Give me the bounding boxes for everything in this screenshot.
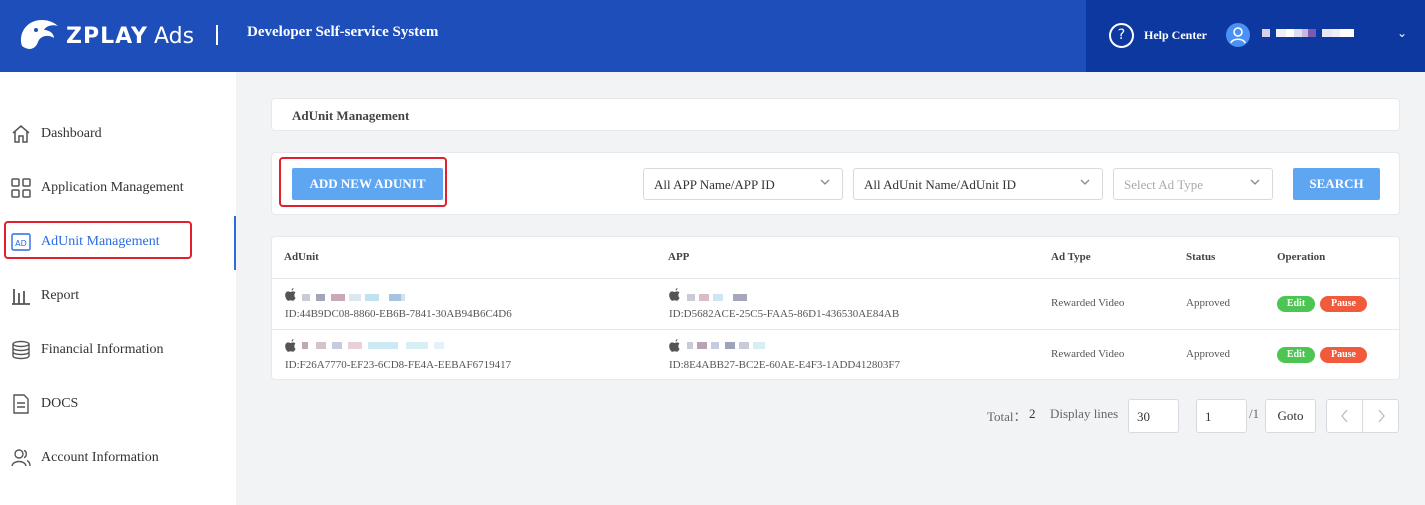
apple-icon — [285, 288, 296, 301]
sidebar-item-label: Financial Information — [41, 342, 164, 357]
question-circle-icon[interactable]: ? — [1109, 23, 1134, 48]
username-redacted[interactable] — [1262, 29, 1354, 37]
apple-icon — [669, 339, 680, 352]
column-header-app: APP — [668, 251, 690, 263]
sidebar-item-docs[interactable]: DOCS — [0, 384, 236, 424]
adunit-select-value: All AdUnit Name/AdUnit ID — [864, 177, 1017, 192]
page-title-card: AdUnit Management — [271, 98, 1400, 131]
sidebar-item-application-management[interactable]: Application Management — [0, 168, 236, 208]
sidebar: Dashboard Application Management AD AdUn… — [0, 72, 236, 505]
sidebar-item-label: Dashboard — [41, 126, 102, 141]
sidebar-item-financial-information[interactable]: Financial Information — [0, 330, 236, 370]
total-label: Total： — [987, 409, 1027, 424]
next-page-button[interactable] — [1362, 399, 1399, 433]
page-total: /1 — [1249, 406, 1260, 421]
sidebar-item-account-information[interactable]: Account Information — [0, 438, 236, 478]
user-avatar-icon[interactable] — [1226, 23, 1250, 47]
logo-wordmark: ZPLAY — [66, 23, 148, 49]
display-lines-input[interactable]: 30 — [1128, 399, 1179, 433]
column-header-operation: Operation — [1277, 251, 1326, 263]
sidebar-item-label: DOCS — [41, 396, 79, 411]
display-lines-value: 30 — [1137, 409, 1150, 424]
app-name-redacted — [687, 294, 747, 301]
bar-chart-icon — [12, 289, 30, 305]
document-icon — [13, 394, 29, 414]
chevron-down-icon — [820, 179, 830, 185]
zplay-logo[interactable]: ZPLAY Ads — [16, 14, 194, 58]
active-indicator — [234, 216, 236, 270]
top-header: ZPLAY Ads Developer Self-service System … — [0, 0, 1425, 72]
app-select[interactable]: All APP Name/APP ID — [643, 168, 843, 200]
adunit-table: AdUnit APP Ad Type Status Operation ID:4… — [271, 236, 1400, 380]
sidebar-item-label: Report — [41, 288, 80, 303]
adunit-id: ID:44B9DC08-8860-EB6B-7841-30AB94B6C4D6 — [285, 308, 512, 320]
coins-icon — [12, 340, 30, 360]
app-id: ID:D5682ACE-25C5-FAA5-86D1-436530AE84AB — [669, 308, 900, 320]
goto-button[interactable]: Goto — [1265, 399, 1316, 433]
apple-icon — [285, 339, 296, 352]
table-row: ID:44B9DC08-8860-EB6B-7841-30AB94B6C4D6 … — [272, 279, 1399, 330]
app-select-value: All APP Name/APP ID — [654, 177, 775, 192]
app-id: ID:8E4ABB27-BC2E-60AE-E4F3-1ADD412803F7 — [669, 359, 900, 371]
edit-button[interactable]: Edit — [1277, 296, 1315, 312]
adunit-name-redacted — [302, 294, 405, 301]
system-title: Developer Self-service System — [247, 24, 439, 40]
search-button[interactable]: SEARCH — [1293, 168, 1380, 200]
users-icon — [11, 449, 31, 467]
display-lines-label: Display lines — [1050, 406, 1119, 421]
filter-bar: ADD NEW ADUNIT All APP Name/APP ID All A… — [271, 152, 1400, 215]
home-icon — [12, 125, 30, 143]
table-row: ID:F26A7770-EF23-6CD8-FE4A-EEBAF6719417 … — [272, 330, 1399, 381]
logo-suffix: Ads — [153, 23, 195, 49]
adunit-select[interactable]: All AdUnit Name/AdUnit ID — [853, 168, 1103, 200]
pause-button[interactable]: Pause — [1320, 296, 1367, 312]
adunit-id: ID:F26A7770-EF23-6CD8-FE4A-EEBAF6719417 — [285, 359, 512, 371]
sidebar-item-label: Account Information — [41, 450, 159, 465]
ad-type-cell: Rewarded Video — [1051, 297, 1125, 309]
prev-page-button[interactable] — [1326, 399, 1363, 433]
sidebar-item-label: Application Management — [41, 180, 184, 195]
help-center-link[interactable]: Help Center — [1144, 28, 1207, 43]
chevron-left-icon — [1340, 409, 1347, 423]
edit-button[interactable]: Edit — [1277, 347, 1315, 363]
grid-icon — [11, 178, 31, 198]
chevron-down-icon[interactable]: ⌄ — [1397, 26, 1407, 40]
pause-button[interactable]: Pause — [1320, 347, 1367, 363]
ad-type-select[interactable]: Select Ad Type — [1113, 168, 1273, 200]
column-header-status: Status — [1186, 251, 1216, 263]
total-count: 2 — [1029, 406, 1036, 421]
apple-icon — [669, 288, 680, 301]
page-title: AdUnit Management — [292, 108, 410, 123]
highlight-box — [4, 221, 192, 259]
page-number-value: 1 — [1205, 409, 1212, 424]
page-number-input[interactable]: 1 — [1196, 399, 1247, 433]
ad-type-cell: Rewarded Video — [1051, 348, 1125, 360]
status-cell: Approved — [1186, 348, 1230, 360]
chevron-down-icon — [1080, 179, 1090, 185]
app-name-redacted — [687, 342, 765, 349]
adunit-name-redacted — [302, 342, 444, 349]
column-header-ad-type: Ad Type — [1051, 251, 1091, 263]
column-header-adunit: AdUnit — [284, 251, 319, 263]
highlight-box — [279, 157, 447, 207]
chevron-down-icon — [1250, 179, 1260, 185]
sidebar-item-report[interactable]: Report — [0, 276, 236, 316]
sidebar-item-dashboard[interactable]: Dashboard — [0, 114, 236, 154]
chevron-right-icon — [1378, 409, 1385, 423]
status-cell: Approved — [1186, 297, 1230, 309]
header-divider — [216, 25, 218, 45]
dolphin-logo-icon — [20, 20, 58, 49]
header-user-area: ? Help Center ⌄ — [1086, 0, 1425, 72]
ad-type-placeholder: Select Ad Type — [1124, 177, 1204, 192]
